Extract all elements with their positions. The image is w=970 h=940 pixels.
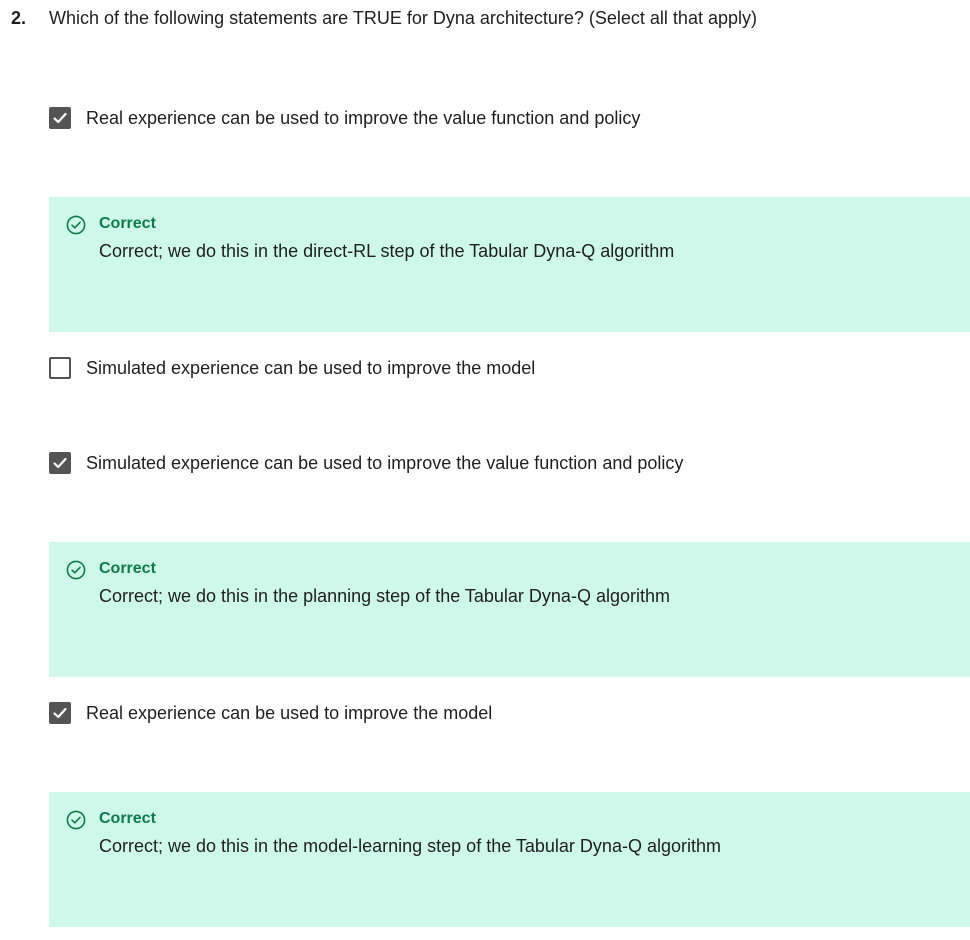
option-4[interactable]: Real experience can be used to improve t… (49, 701, 492, 725)
feedback-title: Correct (99, 810, 156, 827)
check-circle-icon (66, 215, 86, 235)
option-1[interactable]: Real experience can be used to improve t… (49, 106, 640, 130)
feedback-correct: Correct Correct; we do this in the direc… (49, 197, 970, 332)
option-label: Simulated experience can be used to impr… (86, 453, 684, 473)
option-2[interactable]: Simulated experience can be used to impr… (49, 356, 535, 380)
option-label: Simulated experience can be used to impr… (86, 358, 536, 378)
feedback-title: Correct (99, 560, 156, 577)
checkbox-checked-icon[interactable] (49, 452, 71, 474)
question-text: Which of the following statements are TR… (49, 8, 757, 28)
checkbox-unchecked-icon[interactable] (49, 357, 71, 379)
feedback-text: Correct; we do this in the model-learnin… (99, 836, 721, 856)
feedback-correct: Correct Correct; we do this in the plann… (49, 542, 970, 677)
checkbox-checked-icon[interactable] (49, 107, 71, 129)
feedback-text: Correct; we do this in the direct-RL ste… (99, 241, 675, 261)
feedback-title: Correct (99, 215, 156, 232)
check-circle-icon (66, 560, 86, 580)
option-label: Real experience can be used to improve t… (86, 108, 641, 128)
option-label: Real experience can be used to improve t… (86, 703, 493, 723)
checkbox-checked-icon[interactable] (49, 702, 71, 724)
check-circle-icon (66, 810, 86, 830)
option-3[interactable]: Simulated experience can be used to impr… (49, 451, 683, 475)
feedback-text: Correct; we do this in the planning step… (99, 586, 670, 606)
feedback-correct: Correct Correct; we do this in the model… (49, 792, 970, 927)
question-number: 2. (11, 8, 27, 28)
